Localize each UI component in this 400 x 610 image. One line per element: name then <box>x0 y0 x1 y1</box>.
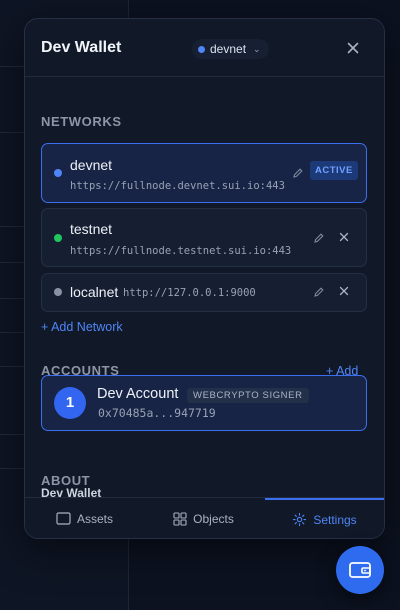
pencil-icon <box>293 168 303 178</box>
bottom-tab-bar: Assets Objects Settings <box>25 497 384 538</box>
current-network-label: devnet <box>210 42 247 56</box>
edit-network-button[interactable] <box>313 232 325 247</box>
signer-badge: WEBCRYPTO SIGNER <box>187 388 309 403</box>
wallet-header: Dev Wallet devnet ⌄ <box>25 19 384 77</box>
tab-assets[interactable]: Assets <box>25 498 144 538</box>
network-dot <box>54 234 62 242</box>
network-item-localnet[interactable]: localnet http://127.0.0.1:9000 <box>41 273 367 312</box>
close-button[interactable] <box>343 38 363 58</box>
wallet-icon <box>349 562 371 578</box>
delete-network-button[interactable] <box>337 230 351 247</box>
tab-label: Settings <box>313 512 357 527</box>
chevron-down-icon: ⌄ <box>253 43 261 54</box>
wallet-toggle-button[interactable] <box>336 546 384 594</box>
network-item-testnet[interactable]: testnet https://fullnode.testnet.sui.io:… <box>41 208 367 267</box>
close-icon <box>339 232 349 242</box>
close-icon <box>339 286 349 296</box>
network-name: testnet <box>70 221 113 237</box>
account-name: Dev Account <box>97 386 179 402</box>
network-status-dot <box>198 45 205 53</box>
tab-settings[interactable]: Settings <box>265 498 384 538</box>
active-badge: ACTIVE <box>310 161 358 180</box>
add-network-link[interactable]: + Add Network <box>41 320 123 334</box>
edit-network-button[interactable] <box>313 286 325 301</box>
wallet-popup: Dev Wallet devnet ⌄ NETWORKS devnet http… <box>24 18 385 539</box>
network-item-devnet[interactable]: devnet https://fullnode.devnet.sui.io:44… <box>41 143 367 203</box>
delete-network-button[interactable] <box>337 284 351 301</box>
account-avatar: 1 <box>54 387 86 419</box>
tab-label: Assets <box>76 511 113 526</box>
edit-network-button[interactable] <box>292 167 304 182</box>
network-url: https://fullnode.devnet.sui.io:443 <box>70 180 285 192</box>
tab-label: Objects <box>193 511 234 526</box>
about-app-name: Dev Wallet <box>41 486 102 497</box>
network-name: localnet <box>70 284 119 300</box>
networks-section-title: NETWORKS <box>41 114 122 129</box>
account-item[interactable]: 1 Dev Account WEBCRYPTO SIGNER 0x70485a.… <box>41 375 367 431</box>
pencil-icon <box>314 233 324 243</box>
wallet-title: Dev Wallet <box>41 39 122 56</box>
settings-content[interactable]: NETWORKS devnet https://fullnode.devnet.… <box>25 77 384 497</box>
network-dot <box>54 169 62 177</box>
account-address[interactable]: 0x70485a...947719 <box>98 406 216 420</box>
network-name: devnet <box>70 157 113 173</box>
tab-objects[interactable]: Objects <box>144 498 263 538</box>
grid-icon <box>173 511 187 526</box>
network-dot <box>54 288 62 296</box>
wallet-outline-icon <box>56 512 71 525</box>
network-url: http://127.0.0.1:9000 <box>123 287 256 299</box>
network-switcher[interactable]: devnet ⌄ <box>192 39 269 59</box>
gear-icon <box>293 512 307 527</box>
network-url: https://fullnode.testnet.sui.io:443 <box>70 245 292 257</box>
pencil-icon <box>314 287 324 297</box>
close-icon <box>347 42 359 54</box>
